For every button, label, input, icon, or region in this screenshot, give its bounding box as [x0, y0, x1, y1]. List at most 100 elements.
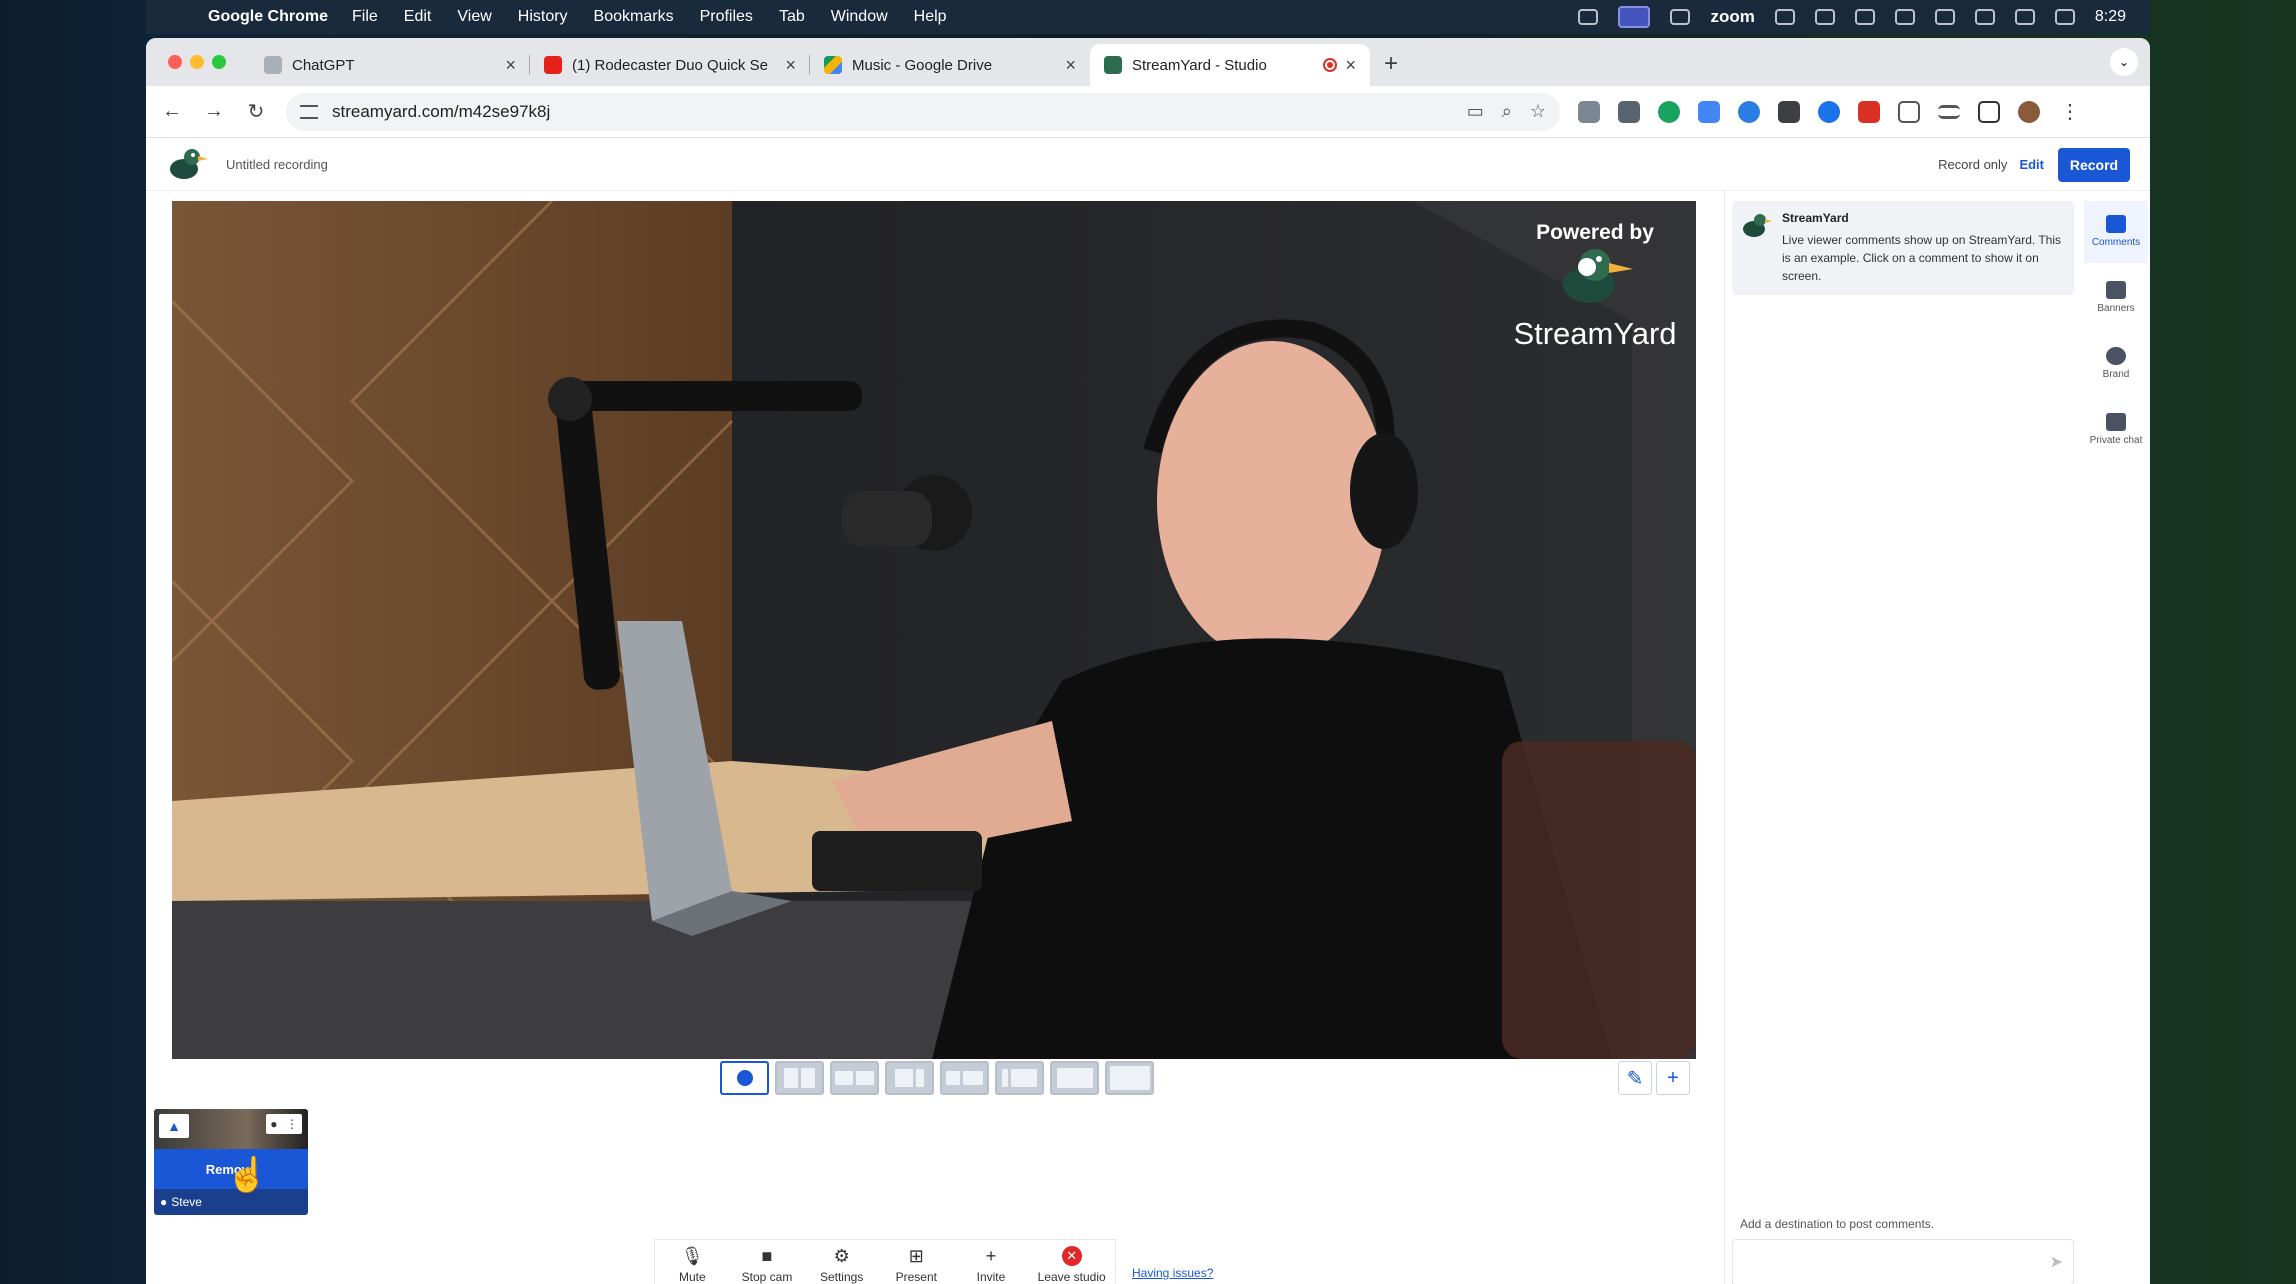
- comment-item[interactable]: StreamYard Live viewer comments show up …: [1732, 201, 2074, 295]
- settings-button[interactable]: ⚙ Settings: [814, 1246, 870, 1284]
- having-issues-link[interactable]: Having issues?: [1132, 1266, 1213, 1280]
- menu-help[interactable]: Help: [914, 8, 947, 26]
- status-icon[interactable]: [1814, 9, 1835, 25]
- edit-layout-pencil-icon[interactable]: ✎: [1618, 1061, 1652, 1095]
- new-tab-icon[interactable]: +: [1384, 50, 1398, 78]
- sidebar-item-brand[interactable]: Brand: [2084, 333, 2148, 395]
- minimize-window-icon[interactable]: [190, 55, 204, 69]
- close-tab-icon[interactable]: ×: [505, 55, 516, 76]
- menu-history[interactable]: History: [518, 8, 568, 26]
- leave-studio-button[interactable]: ✕ Leave studio: [1038, 1245, 1106, 1284]
- layout-screen[interactable]: [995, 1061, 1044, 1095]
- sidebar-item-private-chat[interactable]: Private chat: [2084, 399, 2148, 461]
- forward-icon[interactable]: →: [202, 100, 226, 123]
- address-url[interactable]: streamyard.com/m42se97k8j: [332, 102, 1449, 122]
- invite-label: Invite: [976, 1269, 1006, 1284]
- layout-solo[interactable]: [720, 1061, 769, 1095]
- layout-fullscreen[interactable]: [1105, 1061, 1154, 1095]
- site-settings-icon[interactable]: [300, 104, 318, 119]
- address-bar[interactable]: streamyard.com/m42se97k8j ▭ ⌕ ☆: [286, 92, 1560, 131]
- zoom-status-label[interactable]: zoom: [1710, 7, 1754, 27]
- layout-news[interactable]: [940, 1061, 989, 1095]
- maximize-window-icon[interactable]: [212, 55, 226, 69]
- tab-chatgpt[interactable]: ChatGPT ×: [250, 44, 530, 86]
- sidebar-item-comments[interactable]: Comments: [2084, 201, 2148, 263]
- extension-icon[interactable]: [1778, 100, 1800, 123]
- mute-button[interactable]: 🎙 Mute: [664, 1246, 720, 1284]
- tab-google-drive[interactable]: Music - Google Drive ×: [810, 44, 1090, 86]
- menu-file[interactable]: File: [352, 8, 378, 26]
- tab-search-chevron-icon[interactable]: ⌄: [2110, 48, 2138, 76]
- status-icon[interactable]: [1894, 9, 1915, 25]
- extension-icon[interactable]: [1658, 100, 1680, 123]
- chatgpt-favicon-icon: [264, 56, 282, 74]
- bookmark-star-icon[interactable]: ☆: [1530, 101, 1546, 122]
- streamyard-logo: [170, 148, 208, 179]
- close-tab-icon[interactable]: ×: [1345, 55, 1356, 76]
- microphone-icon[interactable]: ●: [270, 1117, 277, 1131]
- zoom-icon[interactable]: ⌕: [1502, 101, 1512, 122]
- layout-selector: [720, 1061, 1154, 1095]
- battery-icon[interactable]: [1934, 9, 1955, 25]
- layout-picture-in-picture[interactable]: [1050, 1061, 1099, 1095]
- add-to-stage-icon[interactable]: ▲: [159, 1114, 189, 1138]
- reading-list-icon[interactable]: [1938, 104, 1960, 119]
- side-panel-icon[interactable]: [1978, 100, 2000, 123]
- menu-window[interactable]: Window: [831, 8, 888, 26]
- sidebar-item-banners[interactable]: Banners: [2084, 267, 2148, 329]
- menubar-clock[interactable]: 8:29: [2095, 8, 2126, 26]
- broadcast-stage[interactable]: Powered by StreamYard: [172, 201, 1696, 1059]
- participant-controls[interactable]: ● ⋮: [266, 1114, 302, 1134]
- powered-by-overlay: Powered by StreamYard: [1510, 221, 1680, 352]
- search-icon[interactable]: [2014, 9, 2035, 25]
- tab-streamyard[interactable]: StreamYard - Studio ×: [1090, 44, 1370, 86]
- banners-icon: [2106, 281, 2126, 299]
- status-icon[interactable]: [1854, 9, 1875, 25]
- present-button[interactable]: ⊞ Present: [888, 1246, 944, 1284]
- menu-bookmarks[interactable]: Bookmarks: [594, 8, 674, 26]
- browser-menu-icon[interactable]: ⋮: [2058, 99, 2082, 124]
- menu-view[interactable]: View: [457, 8, 491, 26]
- add-layout-plus-icon[interactable]: +: [1656, 1061, 1690, 1095]
- profile-avatar[interactable]: [2018, 100, 2040, 123]
- close-window-icon[interactable]: [168, 55, 182, 69]
- close-tab-icon[interactable]: ×: [785, 55, 796, 76]
- browser-toolbar: ← → ↻ streamyard.com/m42se97k8j ▭ ⌕ ☆ ⋮: [146, 86, 2150, 138]
- menu-tab[interactable]: Tab: [779, 8, 805, 26]
- camera-status-icon[interactable]: [1670, 9, 1691, 25]
- invite-button[interactable]: + Invite: [963, 1246, 1019, 1284]
- extension-icon[interactable]: [1738, 100, 1760, 123]
- reload-icon[interactable]: ↻: [244, 99, 268, 124]
- comment-input[interactable]: ➤: [1732, 1239, 2074, 1284]
- status-icon[interactable]: [1774, 9, 1795, 25]
- tab-youtube[interactable]: (1) Rodecaster Duo Quick Se ×: [530, 44, 810, 86]
- stop-cam-button[interactable]: ■ Stop cam: [739, 1246, 795, 1284]
- streamyard-studio: Untitled recording Record only Edit Reco…: [146, 139, 2150, 1284]
- layout-cropped[interactable]: [775, 1061, 824, 1095]
- screen-share-icon[interactable]: [1618, 6, 1651, 28]
- close-tab-icon[interactable]: ×: [1065, 55, 1076, 76]
- back-icon[interactable]: ←: [160, 100, 184, 123]
- camera-in-use-icon[interactable]: ▭: [1467, 101, 1484, 122]
- extensions-puzzle-icon[interactable]: [1898, 100, 1920, 123]
- control-center-icon[interactable]: [2054, 9, 2075, 25]
- extension-icon[interactable]: [1858, 100, 1880, 123]
- status-icon[interactable]: [1578, 9, 1599, 25]
- menubar-app-name[interactable]: Google Chrome: [208, 8, 328, 26]
- layout-spotlight[interactable]: [885, 1061, 934, 1095]
- recording-title[interactable]: Untitled recording: [226, 157, 328, 172]
- extension-icon[interactable]: [1818, 100, 1840, 123]
- extension-icon[interactable]: [1578, 100, 1600, 123]
- more-options-icon[interactable]: ⋮: [286, 1117, 298, 1131]
- settings-label: Settings: [819, 1269, 864, 1284]
- tab-title: ChatGPT: [292, 56, 355, 74]
- record-button[interactable]: Record: [2058, 147, 2130, 182]
- extension-icon[interactable]: [1698, 100, 1720, 123]
- wifi-icon[interactable]: [1974, 9, 1995, 25]
- layout-group[interactable]: [830, 1061, 879, 1095]
- edit-destination-link[interactable]: Edit: [2019, 157, 2044, 172]
- extension-icon[interactable]: [1618, 100, 1640, 123]
- menu-edit[interactable]: Edit: [404, 8, 432, 26]
- send-icon[interactable]: ➤: [2050, 1252, 2063, 1272]
- menu-profiles[interactable]: Profiles: [700, 8, 753, 26]
